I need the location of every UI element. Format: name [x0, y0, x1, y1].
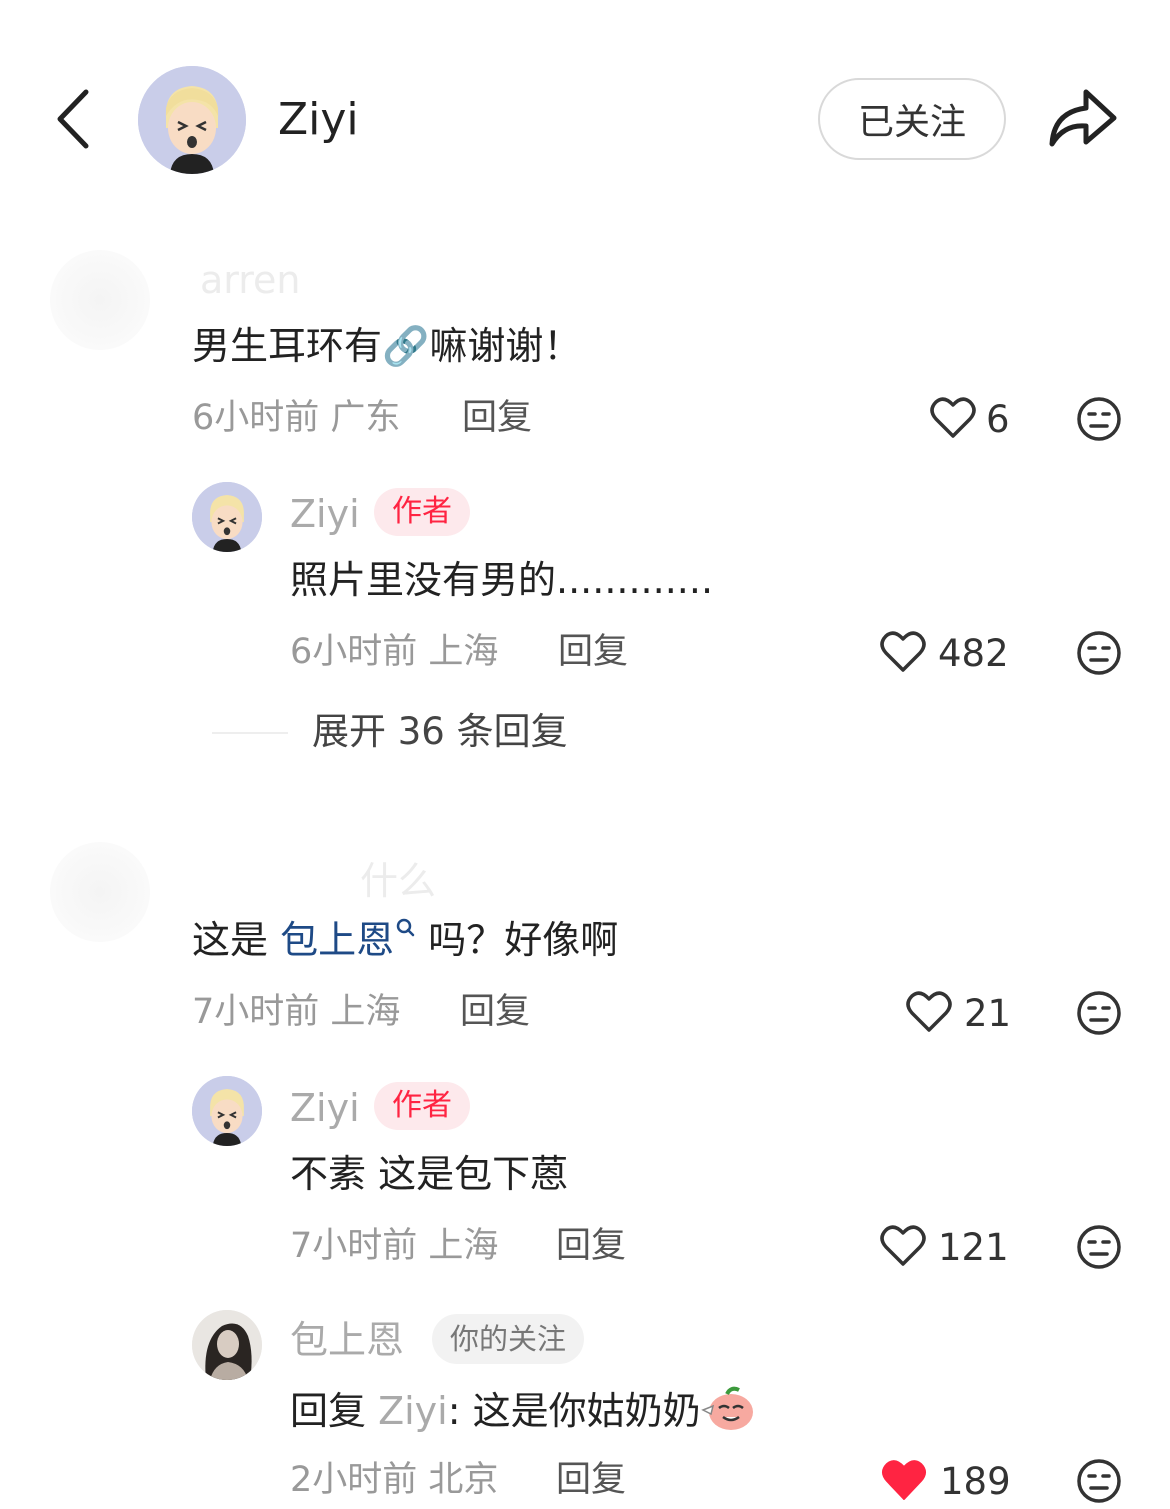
mention-link[interactable]: 包上恩	[280, 918, 394, 962]
peach-emoji-icon	[700, 1386, 757, 1433]
following-badge: 你的关注	[432, 1314, 585, 1364]
reply-text: 回复 Ziyi: 这是你姑奶奶	[290, 1384, 757, 1435]
like-count: 6	[986, 398, 1010, 441]
comment-time-location: 7小时前 上海	[192, 992, 401, 1032]
dislike-face-icon[interactable]	[1076, 630, 1122, 680]
follow-button[interactable]: 已关注	[818, 78, 1006, 160]
divider	[212, 732, 288, 734]
heart-icon[interactable]	[880, 630, 926, 678]
like-count: 189	[940, 1460, 1011, 1503]
reply-button[interactable]: 回复	[460, 990, 530, 1034]
reply-time-location: 2小时前 北京	[290, 1460, 499, 1500]
comment-text-content: 男生耳环有🔗嘛谢谢！	[192, 324, 582, 368]
avatar[interactable]	[138, 66, 246, 174]
reply-to-name[interactable]: Ziyi	[378, 1389, 448, 1433]
dislike-face-icon[interactable]	[1076, 990, 1122, 1040]
like-count: 21	[964, 992, 1012, 1035]
reply-author-name[interactable]: 包上恩	[290, 1316, 404, 1364]
profile-username[interactable]: Ziyi	[278, 92, 359, 148]
reply-avatar[interactable]	[192, 482, 262, 552]
like-count: 121	[938, 1226, 1009, 1269]
heart-icon[interactable]	[906, 990, 952, 1038]
search-mini-icon[interactable]	[394, 918, 416, 962]
heart-icon[interactable]	[930, 396, 976, 444]
reply-avatar[interactable]	[192, 1310, 262, 1380]
heart-filled-icon[interactable]	[880, 1458, 928, 1506]
comment-time-location: 6小时前 广东	[192, 398, 401, 438]
reply-avatar[interactable]	[192, 1076, 262, 1146]
back-arrow-icon[interactable]	[52, 86, 96, 152]
commenter-avatar[interactable]	[50, 250, 150, 350]
share-icon[interactable]	[1048, 86, 1118, 148]
dislike-face-icon[interactable]	[1076, 1458, 1122, 1508]
commenter-name[interactable]: 什么	[360, 850, 436, 905]
reply-text: 不素 这是包下蒽	[290, 1152, 569, 1196]
reply-button[interactable]: 回复	[462, 396, 532, 440]
comment-text-suffix: 吗？好像啊	[416, 918, 619, 962]
author-badge: 作者	[374, 1082, 470, 1130]
commenter-name[interactable]: arren	[200, 258, 301, 302]
comment-text: 男生耳环有🔗嘛谢谢！	[192, 322, 581, 370]
reply-button[interactable]: 回复	[556, 1224, 626, 1268]
reply-time-location: 7小时前 上海	[290, 1226, 499, 1266]
expand-replies-button[interactable]: 展开 36 条回复	[312, 708, 568, 756]
reply-text-content: : 这是你姑奶奶	[447, 1389, 701, 1433]
reply-button[interactable]: 回复	[556, 1458, 626, 1502]
reply-button[interactable]: 回复	[558, 630, 628, 674]
comment-text: 这是 包上恩 吗？好像啊	[192, 916, 618, 964]
reply-time-location: 6小时前 上海	[290, 632, 499, 672]
like-count: 482	[938, 632, 1009, 675]
dislike-face-icon[interactable]	[1076, 1224, 1122, 1274]
dislike-face-icon[interactable]	[1076, 396, 1122, 446]
commenter-avatar[interactable]	[50, 842, 150, 942]
heart-icon[interactable]	[880, 1224, 926, 1272]
reply-author-name[interactable]: Ziyi	[290, 490, 360, 538]
author-badge: 作者	[374, 488, 470, 536]
comment-text-prefix: 这是	[192, 918, 281, 962]
reply-text: 照片里没有男的.............	[290, 558, 714, 602]
reply-author-name[interactable]: Ziyi	[290, 1084, 360, 1132]
reply-prefix: 回复	[290, 1389, 379, 1433]
